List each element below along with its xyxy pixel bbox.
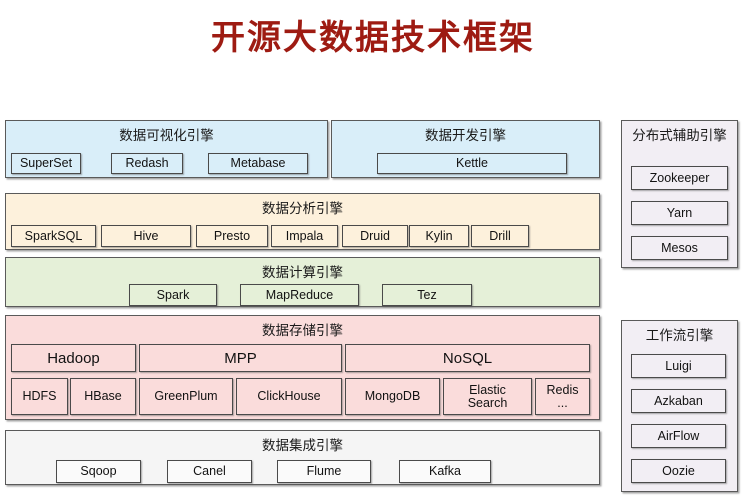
chip-hdfs[interactable]: HDFS	[11, 378, 68, 415]
panel-compute-title: 数据计算引擎	[262, 265, 343, 280]
chip-redash[interactable]: Redash	[111, 153, 183, 174]
chip-mapreduce[interactable]: MapReduce	[240, 284, 359, 306]
chip-greenplum[interactable]: GreenPlum	[139, 378, 233, 415]
chip-sqoop[interactable]: Sqoop	[56, 460, 141, 483]
chip-yarn[interactable]: Yarn	[631, 201, 728, 225]
chip-kettle[interactable]: Kettle	[377, 153, 567, 174]
chip-luigi[interactable]: Luigi	[631, 354, 726, 378]
chip-tez[interactable]: Tez	[382, 284, 472, 306]
chip-sparksql[interactable]: SparkSQL	[11, 225, 96, 247]
chip-impala[interactable]: Impala	[271, 225, 338, 247]
page-title: 开源大数据技术框架	[211, 19, 535, 57]
panel-compute: 数据计算引擎 Spark MapReduce Tez	[5, 257, 600, 307]
panel-development-title: 数据开发引擎	[425, 128, 506, 143]
panel-development: 数据开发引擎 Kettle	[331, 120, 600, 178]
panel-visualization-title: 数据可视化引擎	[119, 128, 214, 143]
chip-presto[interactable]: Presto	[196, 225, 268, 247]
chip-superset[interactable]: SuperSet	[11, 153, 81, 174]
chip-drill[interactable]: Drill	[471, 225, 529, 247]
chip-spark[interactable]: Spark	[129, 284, 217, 306]
panel-integration: 数据集成引擎 Sqoop Canel Flume Kafka	[5, 430, 600, 485]
chip-flume[interactable]: Flume	[277, 460, 371, 483]
chip-clickhouse[interactable]: ClickHouse	[236, 378, 342, 415]
panel-distributed-assist: 分布式辅助引擎 Zookeeper Yarn Mesos	[621, 120, 738, 268]
panel-distributed-assist-title: 分布式辅助引擎	[632, 128, 727, 143]
panel-storage-title: 数据存储引擎	[262, 323, 343, 338]
chip-hive[interactable]: Hive	[101, 225, 191, 247]
chip-azkaban[interactable]: Azkaban	[631, 389, 726, 413]
chip-kylin[interactable]: Kylin	[409, 225, 469, 247]
chip-oozie[interactable]: Oozie	[631, 459, 726, 483]
chip-elasticsearch[interactable]: Elastic Search	[443, 378, 532, 415]
chip-zookeeper[interactable]: Zookeeper	[631, 166, 728, 190]
panel-workflow: 工作流引擎 Luigi Azkaban AirFlow Oozie	[621, 320, 738, 492]
chip-druid[interactable]: Druid	[342, 225, 408, 247]
panel-workflow-title: 工作流引擎	[645, 328, 714, 343]
chip-metabase[interactable]: Metabase	[208, 153, 308, 174]
chip-hadoop[interactable]: Hadoop	[11, 344, 136, 372]
chip-hbase[interactable]: HBase	[70, 378, 136, 415]
chip-nosql[interactable]: NoSQL	[345, 344, 590, 372]
chip-mesos[interactable]: Mesos	[631, 236, 728, 260]
panel-integration-title: 数据集成引擎	[262, 438, 343, 453]
chip-kafka[interactable]: Kafka	[399, 460, 491, 483]
panel-analysis-title: 数据分析引擎	[262, 201, 343, 216]
chip-mpp[interactable]: MPP	[139, 344, 342, 372]
chip-redis[interactable]: Redis ...	[535, 378, 590, 415]
panel-visualization: 数据可视化引擎 SuperSet Redash Metabase	[5, 120, 328, 178]
panel-storage: 数据存储引擎 Hadoop MPP NoSQL HDFS HBase Green…	[5, 315, 600, 420]
chip-canel[interactable]: Canel	[167, 460, 252, 483]
chip-airflow[interactable]: AirFlow	[631, 424, 726, 448]
chip-mongodb[interactable]: MongoDB	[345, 378, 440, 415]
panel-analysis: 数据分析引擎 SparkSQL Hive Presto Impala Druid…	[5, 193, 600, 250]
